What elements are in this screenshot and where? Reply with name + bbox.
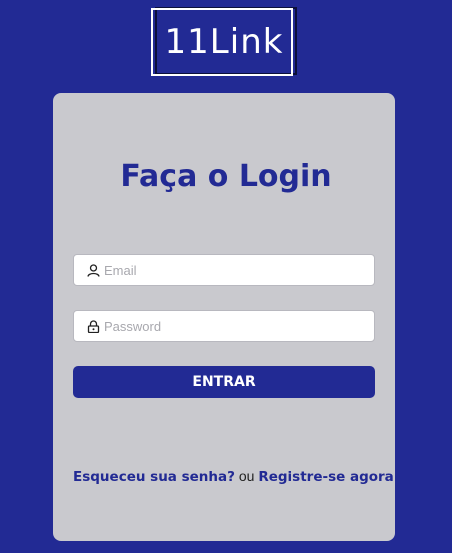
logo: 11Link	[151, 7, 297, 76]
forgot-password-link[interactable]: Esqueceu sua senha?	[73, 469, 235, 485]
account-links: Esqueceu sua senha? ou Registre-se agora…	[73, 468, 400, 485]
page-title: Faça o Login	[120, 159, 332, 194]
password-input[interactable]	[104, 318, 364, 334]
logo-text: 11Link	[164, 21, 284, 62]
register-link[interactable]: Registre-se agora!	[258, 469, 400, 485]
password-field[interactable]	[73, 310, 375, 342]
lock-icon	[86, 319, 100, 333]
email-input[interactable]	[104, 262, 364, 278]
user-icon	[86, 263, 100, 277]
email-field[interactable]	[73, 254, 375, 286]
or-text: ou	[238, 468, 255, 484]
login-button[interactable]: ENTRAR	[73, 366, 375, 398]
